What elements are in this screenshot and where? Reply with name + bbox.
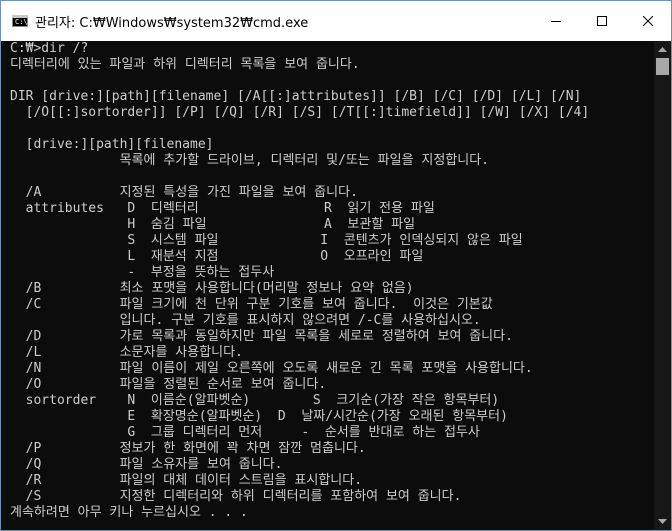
scroll-up-arrow-icon (658, 47, 667, 52)
console-line: 계속하려면 아무 키나 누르십시오 . . . (10, 505, 248, 520)
console-line: C:₩>dir /? (10, 41, 89, 56)
console-line: /N 파일 이름이 제일 오른쪽에 오도록 새로운 긴 목록 포맷을 사용합니다… (10, 361, 533, 376)
console-line: sortorder N 이름순(알파벳순) S 크기순(가장 작은 항목부터) (10, 393, 500, 408)
title-bar[interactable]: C:\ 관리자: C:₩Windows₩system32₩cmd.exe (1, 1, 671, 41)
scroll-down-arrow-icon (658, 519, 667, 524)
console-line: [drive:][path][filename] (10, 137, 214, 152)
console-line: /Q 파일 소유자를 보여 줍니다. (10, 457, 283, 472)
console-line: [/O[[:]sortorder]] [/P] [/Q] [/R] [/S] [… (10, 105, 590, 120)
console-line: E 확장명순(알파벳순) D 날짜/시간순(가장 오래된 항목부터) (10, 409, 508, 424)
console-line: /D 가로 목록과 동일하지만 파일 목록을 세로로 정렬하여 보여 줍니다. (10, 329, 513, 344)
console-line: /S 지정한 디렉터리와 하위 디렉터리를 포함하여 보여 줍니다. (10, 489, 462, 504)
console-line: 입니다. 구분 기호를 표시하지 않으려면 /-C를 사용하십시오. (10, 313, 481, 328)
console-line: /C 파일 크기에 천 단위 구분 기호를 보여 줍니다. 이것은 기본값 (10, 297, 493, 312)
vertical-scrollbar[interactable] (654, 41, 671, 530)
console-line: attributes D 디렉터리 R 읽기 전용 파일 (10, 201, 435, 216)
console-line: /L 소문자를 사용합니다. (10, 345, 243, 360)
scroll-up-button[interactable] (654, 41, 671, 58)
close-icon (643, 16, 653, 26)
console-line: L 재분석 지점 O 오프라인 파일 (10, 249, 424, 264)
console-line: /P 정보가 한 화면에 꽉 차면 잠깐 멈춥니다. (10, 441, 366, 456)
maximize-button[interactable] (579, 1, 625, 41)
console-line: DIR [drive:][path][filename] [/A[[:]attr… (10, 89, 582, 104)
cmd-icon-label: C:\ (15, 18, 28, 26)
console-line: H 숨김 파일 A 보관할 파일 (10, 217, 416, 232)
console-line: /B 최소 포맷을 사용합니다(머리말 정보나 요약 없음) (10, 281, 414, 296)
scrollbar-thumb[interactable] (656, 58, 669, 75)
console-line: G 그룹 디렉터리 먼저 - 순서를 반대로 하는 접두사 (10, 425, 480, 440)
minimize-icon (551, 21, 561, 22)
maximize-icon (597, 16, 607, 26)
console-line: S 시스템 파일 I 콘텐츠가 인덱싱되지 않은 파일 (10, 233, 523, 248)
console-line: 목록에 추가할 드라이브, 디렉터리 및/또는 파일을 지정합니다. (10, 153, 490, 168)
caption-buttons (533, 1, 671, 41)
console-line: /O 파일을 정렬된 순서로 보여 줍니다. (10, 377, 327, 392)
console-line: - 부정을 뜻하는 접두사 (10, 265, 275, 280)
minimize-button[interactable] (533, 1, 579, 41)
cmd-window: C:\ 관리자: C:₩Windows₩system32₩cmd.exe C:₩… (0, 0, 672, 531)
window-title: 관리자: C:₩Windows₩system32₩cmd.exe (35, 15, 309, 31)
console-line: 디렉터리에 있는 파일과 하위 디렉터리 목록을 보여 줍니다. (10, 57, 360, 72)
cmd-app-icon[interactable]: C:\ (12, 15, 28, 27)
console-line: /R 파일의 대체 데이터 스트림을 표시합니다. (10, 473, 363, 488)
scroll-down-button[interactable] (654, 513, 671, 530)
console-output[interactable]: C:₩>dir /? 디렉터리에 있는 파일과 하위 디렉터리 목록을 보여 줍니… (1, 41, 654, 530)
console-line: /A 지정된 특성을 가진 파일을 보여 줍니다. (10, 185, 358, 200)
close-button[interactable] (625, 1, 671, 41)
